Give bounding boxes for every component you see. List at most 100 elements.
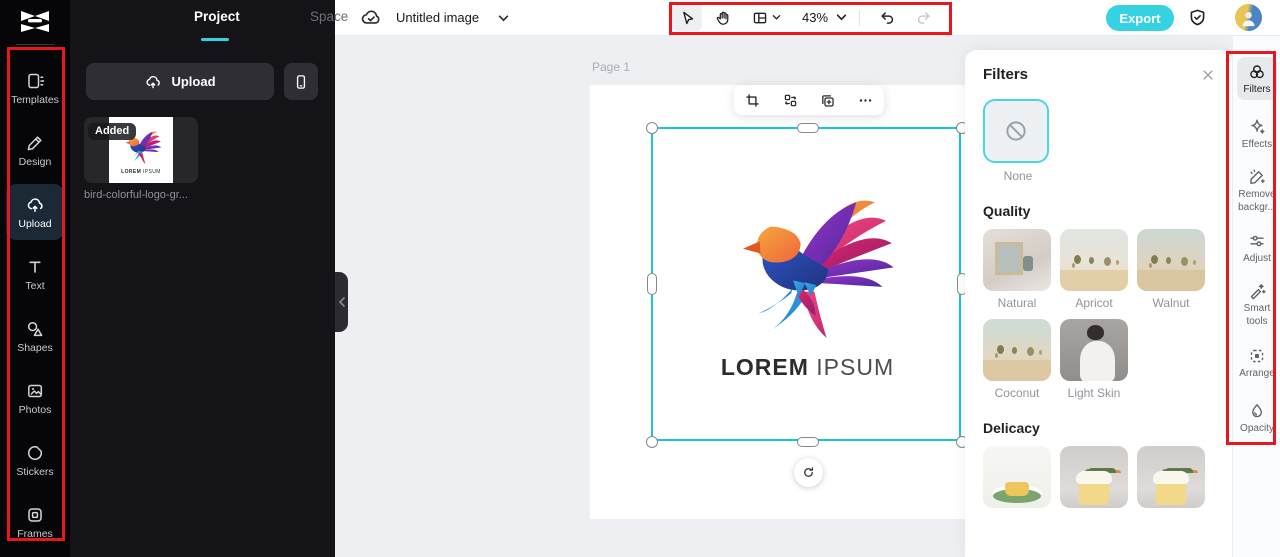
opacity-droplet-icon: [1252, 404, 1262, 418]
undo-icon: [880, 12, 893, 24]
text-icon: [29, 261, 41, 273]
added-badge: Added: [88, 123, 137, 140]
design-icon: [27, 135, 42, 150]
sidebar-item-shapes[interactable]: Shapes: [0, 308, 70, 364]
floating-context-toolbar: [734, 85, 884, 115]
rotate-icon: [804, 467, 813, 477]
rail-item-arrange[interactable]: Arrange: [1237, 341, 1277, 384]
top-bar: Untitled image 43% Export: [335, 0, 1280, 36]
chevron-left-icon: [338, 297, 345, 307]
filter-option-delicacy-2[interactable]: [1060, 446, 1128, 508]
ellipsis-icon: [859, 98, 872, 102]
tab-space[interactable]: Space: [310, 9, 348, 24]
filter-option-apricot[interactable]: Apricot: [1060, 229, 1128, 310]
capcut-editor: Templates Design Upload Text Shapes Phot…: [0, 0, 1280, 557]
selection-handle-middle-left[interactable]: [647, 273, 657, 295]
zoom-level[interactable]: 43%: [794, 10, 830, 25]
chevron-down-icon[interactable]: [836, 12, 847, 23]
more-options-button[interactable]: [852, 87, 878, 113]
upload-button[interactable]: Upload: [86, 63, 274, 100]
filter-option-natural[interactable]: Natural: [983, 229, 1051, 310]
toolbar-divider: [859, 9, 861, 26]
duplicate-plus-icon: [822, 94, 834, 107]
duplicate-button[interactable]: [815, 87, 841, 113]
panel-tabs: Project Space: [70, 0, 348, 44]
active-tab-underline: [201, 38, 229, 41]
chevron-down-icon: [772, 15, 781, 20]
capcut-logo-icon[interactable]: [18, 7, 52, 35]
photos-icon: [28, 384, 43, 397]
sidebar-item-photos[interactable]: Photos: [0, 370, 70, 426]
quality-filter-grid: Natural Apricot Walnut Coconut Light Ski…: [983, 229, 1216, 400]
uploaded-asset-thumbnail[interactable]: LOREM IPSUM Added: [84, 117, 198, 183]
filter-thumbnail: [1137, 446, 1205, 508]
templates-icon: [28, 73, 45, 88]
selection-handle-top-center[interactable]: [797, 123, 819, 133]
rail-item-effects[interactable]: Effects: [1237, 112, 1277, 155]
hand-tool-button[interactable]: [708, 4, 738, 31]
rail-item-opacity[interactable]: Opacity: [1237, 396, 1277, 439]
person-icon: [1242, 11, 1255, 27]
rail-item-adjust[interactable]: Adjust: [1237, 226, 1277, 269]
rail-item-smart-tools[interactable]: Smart tools: [1237, 276, 1277, 332]
sidebar-item-label: Text: [25, 279, 45, 292]
filter-thumbnail: [983, 319, 1051, 381]
sidebar-item-text[interactable]: Text: [0, 246, 70, 302]
hand-icon: [716, 11, 729, 25]
sidebar-item-templates[interactable]: Templates: [0, 60, 70, 116]
delicacy-filter-grid: [983, 446, 1216, 508]
filter-thumbnail: [1060, 446, 1128, 508]
left-nav-rail: Templates Design Upload Text Shapes Phot…: [0, 0, 70, 557]
sidebar-item-upload[interactable]: Upload: [6, 184, 64, 240]
upload-cloud-icon: [146, 75, 161, 88]
avatar[interactable]: [1235, 4, 1262, 31]
export-button[interactable]: Export: [1106, 5, 1174, 31]
sidebar-item-label: Design: [18, 155, 52, 168]
sidebar-item-label: Templates: [11, 93, 59, 106]
filter-none-label: None: [1003, 169, 1033, 183]
filters-icon: [1250, 65, 1264, 79]
layout-tool-button[interactable]: [744, 4, 788, 31]
tab-project[interactable]: Project: [194, 9, 240, 24]
redo-button[interactable]: [908, 4, 938, 31]
filter-thumbnail: [1060, 319, 1128, 381]
sidebar-item-label: Frames: [17, 527, 53, 540]
asset-file-name: bird-colorful-logo-gr...: [84, 189, 188, 201]
replace-button[interactable]: [777, 87, 803, 113]
panel-collapse-handle[interactable]: [335, 272, 348, 332]
filter-option-walnut[interactable]: Walnut: [1137, 229, 1205, 310]
rail-item-filters[interactable]: Filters: [1237, 57, 1277, 100]
selection-handle-bottom-center[interactable]: [797, 437, 819, 447]
filter-option-delicacy-1[interactable]: [983, 446, 1051, 508]
rotate-handle[interactable]: [794, 458, 823, 487]
select-tool-button[interactable]: [672, 4, 702, 31]
cursor-icon: [683, 11, 694, 24]
crop-button[interactable]: [740, 87, 766, 113]
chevron-down-icon[interactable]: [498, 13, 509, 24]
smart-tools-wand-icon: [1250, 283, 1266, 300]
page-label: Page 1: [592, 60, 631, 74]
sidebar-item-design[interactable]: Design: [0, 122, 70, 178]
selection-handle-bottom-left[interactable]: [646, 436, 658, 448]
shield-check-icon[interactable]: [1187, 7, 1208, 28]
upload-from-phone-button[interactable]: [284, 63, 318, 100]
effects-sparkle-icon: [1251, 119, 1265, 134]
document-title[interactable]: Untitled image: [396, 10, 479, 25]
filter-option-delicacy-3[interactable]: [1137, 446, 1205, 508]
rail-item-remove-background[interactable]: Remove backgr...: [1237, 162, 1277, 218]
replace-swap-icon: [784, 94, 796, 106]
close-icon[interactable]: [1200, 67, 1216, 83]
cloud-saved-icon: [361, 10, 380, 24]
sidebar-item-label: Stickers: [16, 465, 54, 478]
filter-option-light-skin[interactable]: Light Skin: [1060, 319, 1128, 400]
filter-option-coconut[interactable]: Coconut: [983, 319, 1051, 400]
selection-handle-top-left[interactable]: [646, 122, 658, 134]
rail-divider: [16, 44, 54, 45]
right-tool-rail: Filters Effects Remove backgr... Adjust …: [1232, 36, 1280, 557]
undo-button[interactable]: [872, 4, 902, 31]
sidebar-item-frames[interactable]: Frames: [0, 494, 70, 550]
project-panel: Project Space Upload LOREM IPSUM Added b…: [70, 0, 348, 557]
sidebar-item-stickers[interactable]: Stickers: [0, 432, 70, 488]
asset-image-text: LOREM IPSUM: [121, 168, 161, 175]
filter-none-option[interactable]: [983, 99, 1049, 163]
